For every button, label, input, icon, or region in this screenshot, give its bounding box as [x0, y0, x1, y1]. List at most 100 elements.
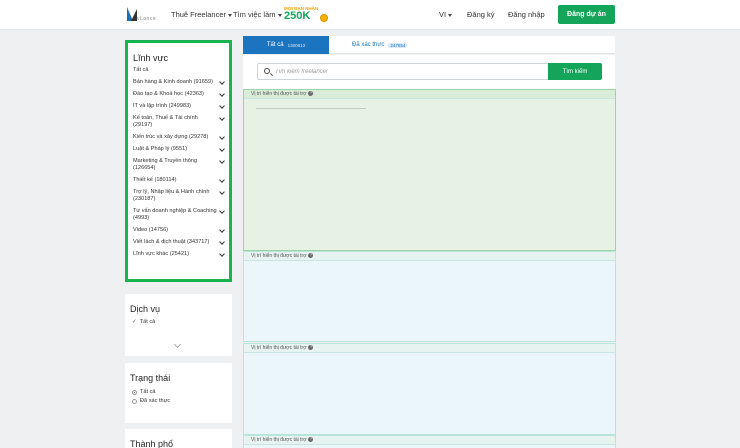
field-item[interactable]: Viết lách & dịch thuật (343717) [128, 239, 229, 246]
field-item-label: Lĩnh vực khác (25421) [133, 251, 189, 257]
chevron-down-icon[interactable] [219, 251, 225, 257]
nav-hire-freelancer-label: Thuê Freelancer [171, 10, 227, 19]
chevron-down-icon[interactable] [219, 115, 225, 121]
search-bar: Tìm kiếm [243, 55, 615, 89]
search-icon [264, 68, 270, 74]
status-option-label: Tất cả [140, 389, 156, 395]
field-item-label: Bán hàng & Kinh doanh (91659) [133, 79, 213, 85]
sponsored-label-text: Vị trí hiển thị được tài trợ [251, 437, 307, 443]
radio-unchecked-icon [132, 398, 137, 404]
chevron-down-icon[interactable] [219, 177, 225, 183]
field-item[interactable]: Bán hàng & Kinh doanh (91659) [128, 79, 229, 86]
field-item-label: Kế toán, Thuế & Tài chính (29197) [133, 115, 198, 128]
tab-verified[interactable]: Đã xác thực 247554 [352, 36, 408, 54]
field-item[interactable]: Trợ lý, Nhập liệu & Hành chính (230187) [128, 189, 229, 203]
status-option-all[interactable]: Tất cả [132, 389, 232, 395]
post-project-button[interactable]: Đăng dự án [558, 5, 615, 24]
logo-text: vLance [137, 16, 157, 22]
tab-all[interactable]: Tất cả 1300613 [243, 36, 329, 54]
chevron-down-icon[interactable] [219, 227, 225, 233]
expand-chevron-icon[interactable] [173, 340, 182, 349]
sponsored-slot[interactable]: Vị trí hiển thị được tài trợ? [243, 89, 616, 251]
caret-down-icon [277, 13, 282, 17]
status-option-verified[interactable]: Đã xác thực [132, 398, 232, 404]
field-filter-panel: Lĩnh vực Tất cả Bán hàng & Kinh doanh (91… [125, 40, 232, 282]
search-button[interactable]: Tìm kiếm [548, 63, 602, 80]
status-filter-panel: Trạng thái Tất cả Đã xác thực [125, 363, 232, 423]
field-item-label: IT và lập trình (249983) [133, 103, 192, 109]
nav-find-jobs-label: Tìm việc làm [233, 10, 276, 19]
sponsored-slot[interactable]: Vị trí hiển thị được tài trợ? [243, 343, 616, 435]
field-item[interactable]: IT và lập trình (249983) [128, 103, 229, 110]
field-item-label: Thiết kế (180114) [133, 177, 177, 183]
field-item-label: Đào tạo & Khoá học (42363) [133, 91, 204, 97]
sponsored-label: Vị trí hiển thị được tài trợ? [244, 436, 615, 445]
login-link[interactable]: Đăng nhập [508, 10, 545, 19]
chevron-down-icon[interactable] [219, 103, 225, 109]
question-icon[interactable]: ? [308, 91, 314, 97]
referral-promo[interactable]: MỜI BẠN NHẬN 250K [284, 6, 328, 24]
chevron-down-icon[interactable] [219, 208, 225, 214]
top-header: vLance Thuê Freelancer Tìm việc làm MỜI … [0, 0, 740, 30]
tab-verified-count: 247554 [388, 42, 408, 48]
vlance-logo[interactable]: vLance [127, 7, 161, 23]
question-icon[interactable]: ? [308, 437, 314, 443]
field-item[interactable]: Tư vấn doanh nghiệp & Coaching (4993) [128, 208, 229, 222]
sponsored-label: Vị trí hiển thị được tài trợ? [244, 252, 615, 261]
service-filter-panel: Dịch vụ ✓ Tất cả [125, 294, 232, 356]
field-item-label: Tư vấn doanh nghiệp & Coaching (4993) [133, 208, 217, 221]
search-input[interactable] [275, 64, 545, 79]
tab-all-count: 1300613 [287, 42, 306, 48]
field-item-label: Kiến trúc và xây dựng (29278) [133, 134, 209, 140]
sponsored-label-text: Vị trí hiển thị được tài trợ [251, 91, 307, 97]
field-item-label: Video (14756) [133, 227, 169, 233]
field-item[interactable]: Thiết kế (180114) [128, 177, 229, 184]
service-option-label: Tất cả [139, 319, 156, 325]
question-icon[interactable]: ? [308, 253, 314, 259]
sponsored-label-text: Vị trí hiển thị được tài trợ [251, 345, 307, 351]
caret-down-icon [448, 13, 453, 17]
chevron-down-icon[interactable] [219, 146, 225, 152]
chevron-down-icon[interactable] [219, 158, 225, 164]
field-item[interactable]: Marketing & Truyền thông (126654) [128, 158, 229, 172]
city-filter-title: Thành phố [130, 439, 174, 448]
freelancer-tabs: Tất cả 1300613 Đã xác thực 247554 [243, 36, 615, 54]
field-item[interactable]: Tất cả [128, 67, 229, 74]
sponsored-slot[interactable]: Vị trí hiển thị được tài trợ? [243, 435, 616, 448]
check-icon: ✓ [132, 319, 137, 325]
register-link[interactable]: Đăng ký [467, 10, 495, 19]
field-item[interactable]: Lĩnh vực khác (25421) [128, 251, 229, 258]
language-selector[interactable]: VI [439, 10, 453, 19]
field-filter-title: Lĩnh vực [133, 53, 169, 63]
field-filter-list: Tất cả Bán hàng & Kinh doanh (91659) Đào t… [128, 67, 229, 258]
field-item[interactable]: Video (14756) [128, 227, 229, 234]
chevron-down-icon[interactable] [219, 134, 225, 140]
field-item[interactable]: Kiến trúc và xây dựng (29278) [128, 134, 229, 141]
field-item[interactable]: Luật & Pháp lý (9551) [128, 146, 229, 153]
chevron-down-icon[interactable] [219, 189, 225, 195]
question-icon[interactable]: ? [308, 345, 314, 351]
sponsored-slot[interactable]: Vị trí hiển thị được tài trợ? [243, 251, 616, 342]
field-item-label: Trợ lý, Nhập liệu & Hành chính (230187) [133, 189, 210, 202]
field-item[interactable]: Đào tạo & Khoá học (42363) [128, 91, 229, 98]
service-option-all[interactable]: ✓ Tất cả [132, 319, 232, 325]
status-option-label: Đã xác thực [140, 398, 171, 404]
chevron-down-icon[interactable] [219, 79, 225, 85]
chevron-down-icon[interactable] [219, 239, 225, 245]
chevron-down-icon[interactable] [219, 91, 225, 97]
nav-hire-freelancer[interactable]: Thuê Freelancer [171, 10, 233, 19]
field-item-label: Marketing & Truyền thông (126654) [133, 158, 198, 171]
field-item-label: Viết lách & dịch thuật (343717) [133, 239, 210, 245]
language-label: VI [439, 10, 447, 19]
caret-down-icon [228, 13, 233, 17]
sponsored-label: Vị trí hiển thị được tài trợ? [244, 344, 615, 353]
service-filter-title: Dịch vụ [130, 304, 161, 314]
search-box [257, 63, 549, 80]
divider [256, 108, 366, 109]
field-item[interactable]: Kế toán, Thuế & Tài chính (29197) [128, 115, 229, 129]
nav-find-jobs[interactable]: Tìm việc làm [233, 10, 282, 19]
tab-verified-label: Đã xác thực [352, 42, 385, 48]
coin-icon [320, 14, 328, 22]
field-item-label: Tất cả [133, 67, 149, 73]
radio-checked-icon [132, 389, 137, 395]
